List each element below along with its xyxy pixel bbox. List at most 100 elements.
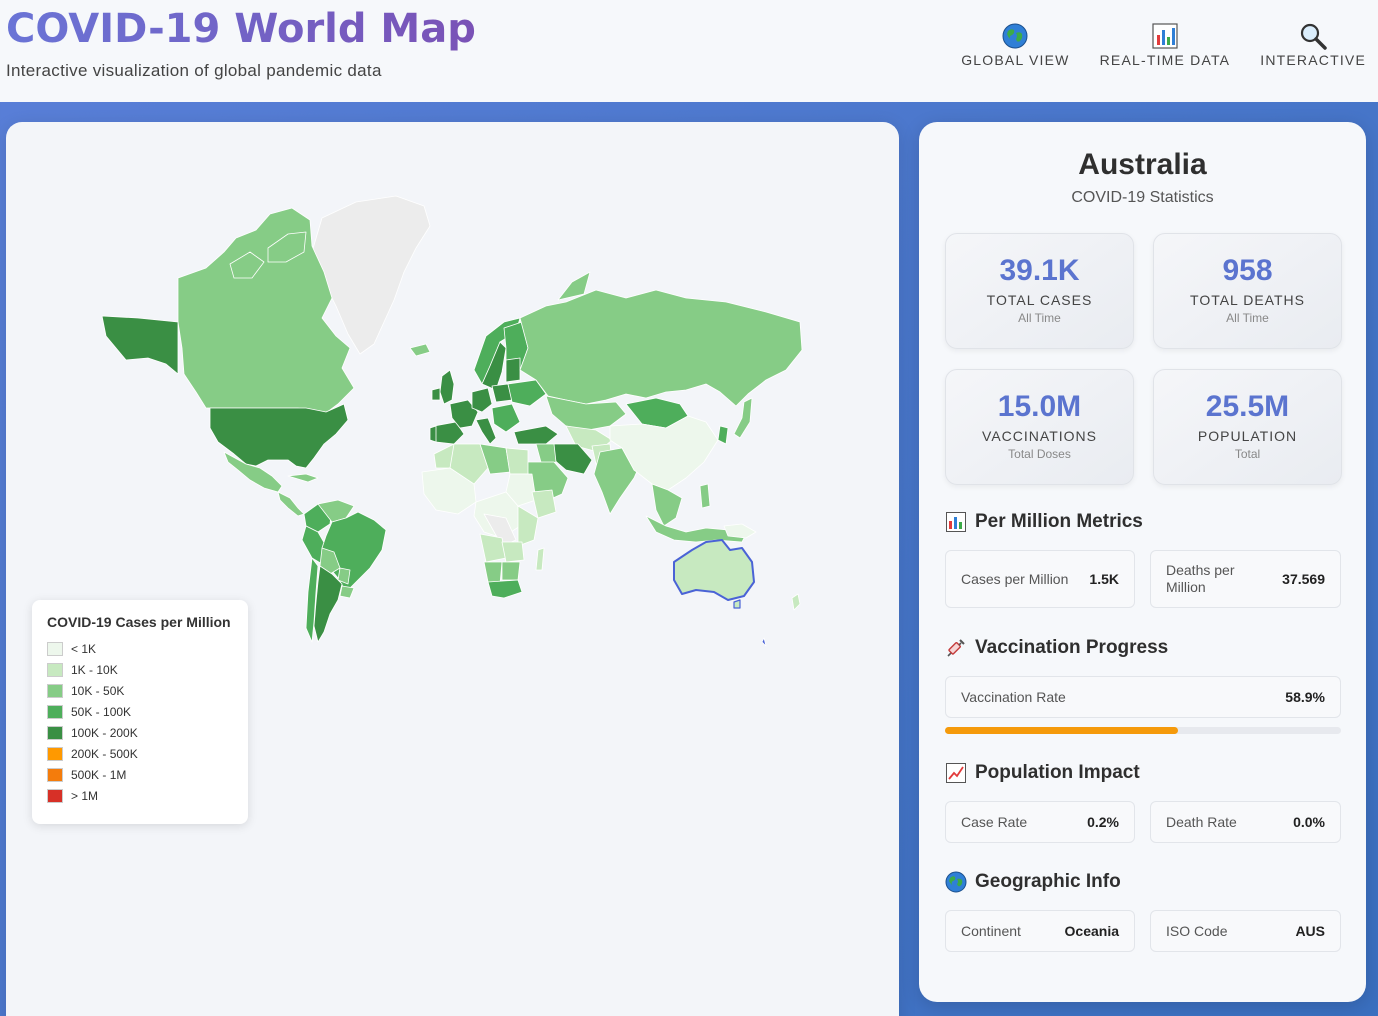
- section-geographic: Geographic Info: [945, 871, 1121, 893]
- country-tasmania: [733, 599, 741, 609]
- country-uruguay: [339, 585, 355, 599]
- section-title-text: Vaccination Progress: [975, 637, 1169, 658]
- vaccination-progress-bar: [945, 727, 1341, 734]
- metric-label: Deaths per Million: [1166, 562, 1235, 595]
- nav-real-time-data[interactable]: REAL-TIME DATA: [1100, 22, 1231, 68]
- map-panel: COVID-19 Cases per Million < 1K 1K - 10K…: [6, 122, 899, 1016]
- legend-label: 500K - 1M: [71, 767, 127, 782]
- metric-death-rate: Death Rate 0.0%: [1150, 801, 1341, 843]
- legend-title: COVID-19 Cases per Million: [47, 614, 231, 630]
- legend-label: 1K - 10K: [71, 662, 118, 677]
- country-balkans: [491, 403, 521, 433]
- metric-value: 1.5K: [1089, 571, 1119, 587]
- magnifier-icon: [1299, 22, 1327, 50]
- legend-item: 100K - 200K: [47, 722, 233, 743]
- section-title-text: Per Million Metrics: [975, 511, 1143, 532]
- trend-chart-icon: [945, 762, 967, 784]
- country-baltics: [505, 357, 521, 383]
- country-name: Australia: [1078, 148, 1207, 181]
- stat-label: VACCINATIONS: [982, 428, 1097, 444]
- legend-item: 500K - 1M: [47, 764, 233, 785]
- nav-real-time-data-label: REAL-TIME DATA: [1099, 52, 1231, 68]
- country-namibia: [483, 561, 503, 585]
- nav-interactive[interactable]: INTERACTIVE: [1260, 22, 1366, 68]
- country-russia: [519, 289, 803, 407]
- metric-value: Oceania: [1064, 923, 1119, 939]
- legend-label: 200K - 500K: [71, 746, 138, 761]
- country-cuba: [287, 473, 319, 483]
- stat-sublabel: Total Doses: [1008, 447, 1071, 461]
- globe-icon: [945, 871, 967, 893]
- legend-item: 10K - 50K: [47, 680, 233, 701]
- legend-swatch: [47, 746, 63, 761]
- map-legend: COVID-19 Cases per Million < 1K 1K - 10K…: [32, 600, 248, 824]
- country-alaska: [101, 315, 179, 375]
- nav-interactive-label: INTERACTIVE: [1260, 52, 1366, 68]
- app-header: COVID-19 World Map Interactive visualiza…: [0, 0, 1378, 102]
- metric-label: Case Rate: [961, 814, 1028, 830]
- country-madagascar: [535, 547, 545, 571]
- legend-swatch: [47, 725, 63, 740]
- page-subtitle: Interactive visualization of global pand…: [6, 61, 382, 80]
- stat-value: 958: [1222, 254, 1273, 287]
- legend-label: < 1K: [71, 641, 97, 656]
- world-map[interactable]: [6, 122, 899, 1016]
- stat-label: POPULATION: [1197, 428, 1298, 444]
- legend-swatch: [47, 683, 63, 698]
- stat-card-total-cases: 39.1K TOTAL CASES All Time: [945, 233, 1134, 349]
- country-central-america: [277, 491, 305, 517]
- bar-chart-icon: [945, 511, 967, 533]
- country-philippines: [699, 483, 711, 509]
- nav-global-view[interactable]: GLOBAL VIEW: [961, 22, 1069, 68]
- metric-vaccination-rate: Vaccination Rate 58.9%: [945, 676, 1341, 718]
- stat-card-total-deaths: 958 TOTAL DEATHS All Time: [1153, 233, 1342, 349]
- country-ethiopia: [531, 489, 557, 519]
- country-turkey: [513, 425, 559, 445]
- country-iceland: [409, 343, 431, 357]
- country-uk: [439, 369, 455, 405]
- country-korea: [717, 425, 729, 445]
- metric-cases-per-million: Cases per Million 1.5K: [945, 550, 1135, 608]
- country-south-africa: [487, 579, 523, 599]
- stat-sublabel: All Time: [1018, 311, 1061, 325]
- legend-label: > 1M: [71, 788, 99, 803]
- stat-sublabel: All Time: [1226, 311, 1269, 325]
- globe-icon: [1001, 22, 1029, 50]
- section-per-million: Per Million Metrics: [945, 511, 1143, 533]
- header-nav: GLOBAL VIEW REAL-TIME DATA INTERACTIVE: [961, 22, 1366, 68]
- country-new-zealand: [791, 593, 801, 611]
- stat-sublabel: Total: [1234, 447, 1261, 461]
- country-nz-islands: [761, 637, 767, 647]
- metric-value: 0.2%: [1087, 814, 1119, 830]
- legend-swatch: [47, 641, 63, 656]
- legend-item: 50K - 100K: [47, 701, 233, 722]
- section-vaccination: Vaccination Progress: [945, 637, 1168, 659]
- metric-label: Vaccination Rate: [961, 689, 1066, 705]
- country-zambia: [501, 541, 525, 563]
- legend-swatch: [47, 704, 63, 719]
- syringe-icon: [945, 637, 967, 659]
- legend-item: < 1K: [47, 638, 233, 659]
- stat-label: TOTAL CASES: [986, 292, 1093, 308]
- nav-global-view-label: GLOBAL VIEW: [961, 52, 1070, 68]
- stats-panel: Australia COVID-19 Statistics 39.1K TOTA…: [919, 122, 1366, 1002]
- country-portugal: [429, 425, 437, 443]
- metric-label: Cases per Million: [961, 571, 1069, 587]
- stat-value: 15.0M: [997, 390, 1082, 423]
- country-east-africa: [517, 505, 539, 547]
- vaccination-progress-fill: [945, 727, 1179, 734]
- legend-label: 100K - 200K: [71, 725, 138, 740]
- metric-continent: Continent Oceania: [945, 910, 1135, 952]
- country-italy: [475, 417, 497, 445]
- bar-chart-icon: [1151, 22, 1179, 50]
- page-title: COVID-19 World Map: [6, 6, 476, 52]
- legend-swatch: [47, 788, 63, 803]
- metric-label: Death Rate: [1166, 814, 1237, 830]
- metric-value: 58.9%: [1285, 689, 1325, 705]
- legend-item: > 1M: [47, 785, 233, 806]
- country-botswana: [501, 561, 521, 581]
- section-title-text: Population Impact: [975, 762, 1140, 783]
- metric-value: AUS: [1295, 923, 1325, 939]
- stat-value: 25.5M: [1205, 390, 1290, 423]
- country-angola: [479, 533, 507, 563]
